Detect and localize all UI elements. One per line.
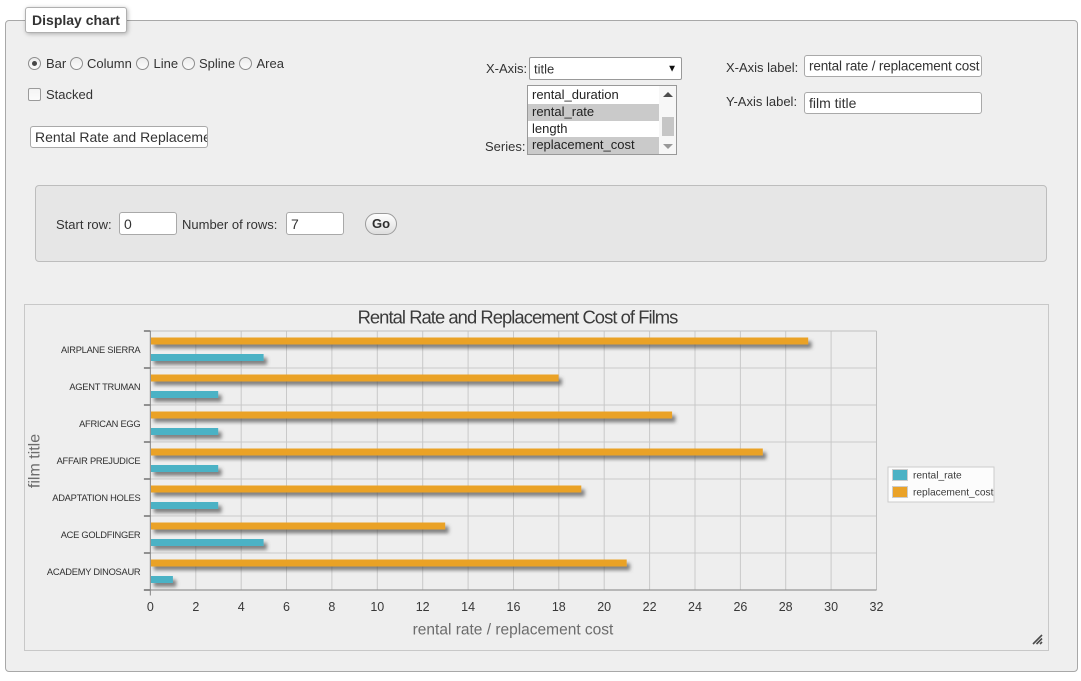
svg-text:2: 2 <box>192 600 199 614</box>
svg-text:replacement_cost: replacement_cost <box>913 488 994 499</box>
svg-text:20: 20 <box>597 600 611 614</box>
svg-text:14: 14 <box>461 600 475 614</box>
svg-text:rental rate / replacement cost: rental rate / replacement cost <box>413 622 614 639</box>
svg-text:12: 12 <box>416 600 430 614</box>
svg-text:4: 4 <box>238 600 245 614</box>
svg-text:18: 18 <box>552 600 566 614</box>
svg-text:AIRPLANE SIERRA: AIRPLANE SIERRA <box>61 345 141 355</box>
svg-text:ACE GOLDFINGER: ACE GOLDFINGER <box>61 530 141 540</box>
svg-text:8: 8 <box>328 600 335 614</box>
svg-text:AGENT TRUMAN: AGENT TRUMAN <box>69 382 140 392</box>
svg-text:24: 24 <box>688 600 702 614</box>
svg-text:Rental Rate and Replacement Co: Rental Rate and Replacement Cost of Film… <box>358 307 679 328</box>
svg-text:30: 30 <box>824 600 838 614</box>
svg-text:32: 32 <box>870 600 884 614</box>
svg-text:AFRICAN EGG: AFRICAN EGG <box>79 419 140 429</box>
svg-text:film title: film title <box>27 434 44 488</box>
svg-text:16: 16 <box>507 600 521 614</box>
svg-text:AFFAIR PREJUDICE: AFFAIR PREJUDICE <box>57 456 141 466</box>
svg-text:rental_rate: rental_rate <box>913 471 962 482</box>
svg-text:6: 6 <box>283 600 290 614</box>
svg-text:10: 10 <box>370 600 384 614</box>
svg-text:22: 22 <box>643 600 657 614</box>
svg-text:28: 28 <box>779 600 793 614</box>
svg-text:0: 0 <box>147 600 154 614</box>
svg-text:ACADEMY DINOSAUR: ACADEMY DINOSAUR <box>47 567 141 577</box>
svg-text:26: 26 <box>733 600 747 614</box>
svg-text:ADAPTATION HOLES: ADAPTATION HOLES <box>52 493 140 503</box>
